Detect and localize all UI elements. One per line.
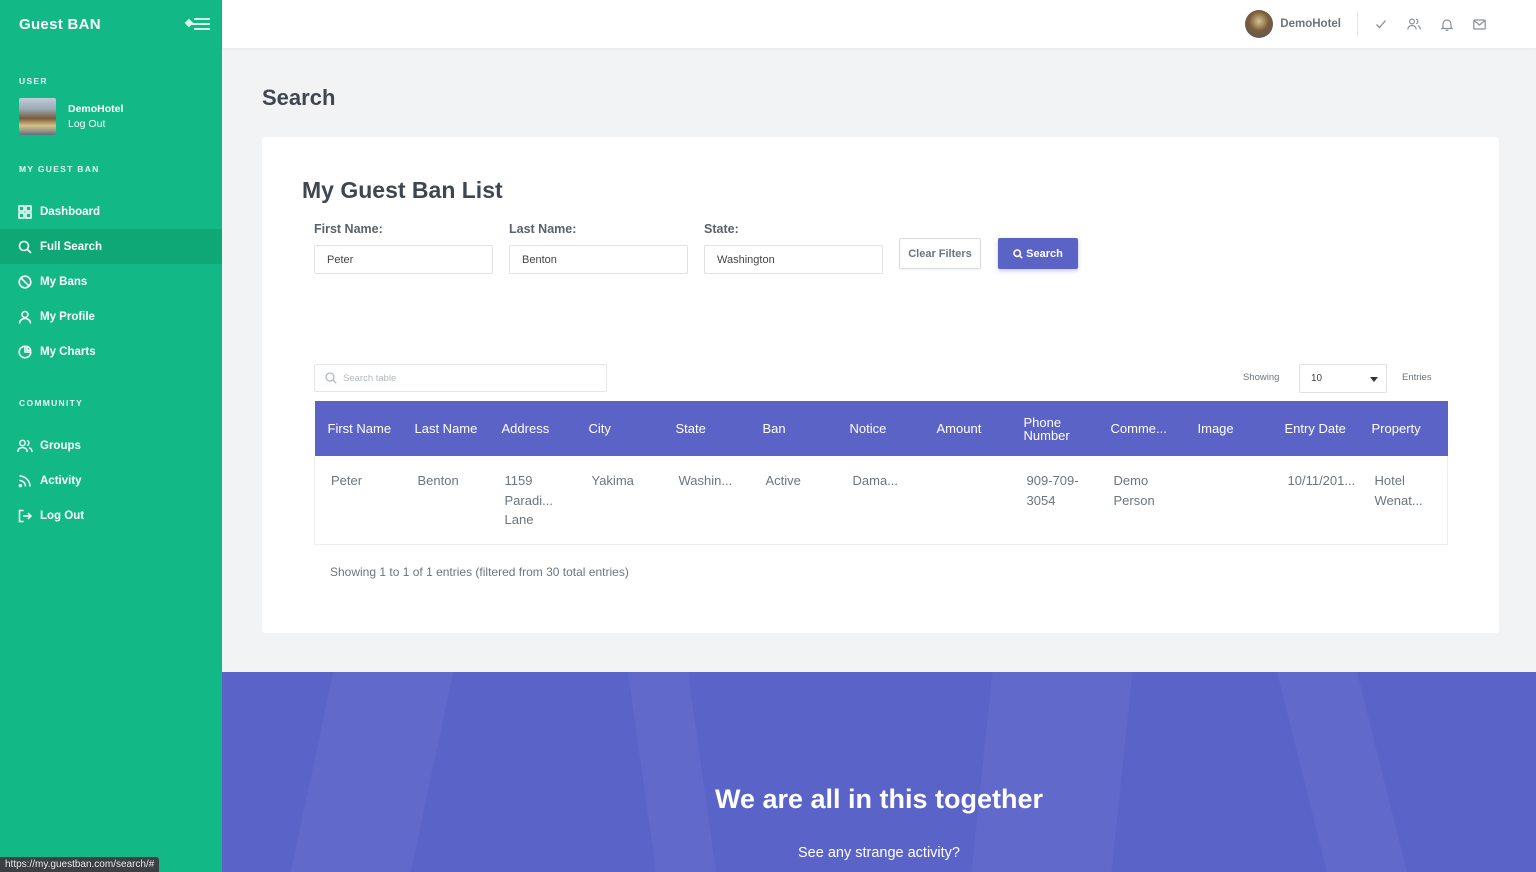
banner-subtitle: See any strange activity? xyxy=(797,845,960,861)
search-icon xyxy=(325,372,337,384)
sidebar-item-dashboard[interactable]: Dashboard xyxy=(0,194,222,229)
cell-image xyxy=(1184,456,1272,545)
cell-property: Hotel Wenat... xyxy=(1358,456,1448,545)
column-header-ban[interactable]: Ban xyxy=(749,401,837,456)
logout-icon xyxy=(17,508,33,524)
community-banner: We are all in this together See any stra… xyxy=(222,672,1536,872)
banner-title: We are all in this together xyxy=(714,784,1044,814)
table-search-input[interactable] xyxy=(343,372,593,384)
app-title: Guest BAN xyxy=(19,15,101,33)
community-nav: Groups Activity Log Out xyxy=(0,428,222,533)
cell-amount xyxy=(923,456,1011,545)
cell-last-name: Benton xyxy=(401,456,489,545)
header-user-name[interactable]: DemoHotel xyxy=(1280,12,1358,36)
sidebar-item-label: Dashboard xyxy=(40,205,101,218)
column-header-state[interactable]: State xyxy=(662,401,750,456)
table-row[interactable]: Peter Benton 1159 Paradi... Lane Yakima … xyxy=(314,456,1448,545)
sidebar-item-label: Activity xyxy=(40,474,82,487)
main-nav: Dashboard Full Search My Bans My Profile… xyxy=(0,194,222,369)
search-button-label: Search xyxy=(1026,247,1063,260)
sidebar-item-label: My Profile xyxy=(40,310,95,323)
users-icon xyxy=(17,438,33,454)
check-icon[interactable] xyxy=(1364,12,1397,36)
cell-entry-date: 10/11/201... xyxy=(1271,456,1359,545)
sidebar-user-name: DemoHotel xyxy=(68,102,124,115)
sidebar: Guest BAN USER DemoHotel Log Out MY GUES… xyxy=(0,0,222,872)
cell-phone: 909-709-3054 xyxy=(1010,456,1098,545)
page-size-select[interactable]: 10 xyxy=(1299,364,1387,393)
table-search[interactable] xyxy=(314,364,607,392)
sidebar-item-label: Full Search xyxy=(40,240,102,253)
page-title: Search xyxy=(262,85,336,110)
top-header: DemoHotel xyxy=(222,0,1536,48)
column-header-comment[interactable]: Comme... xyxy=(1097,401,1185,456)
user-section-label: USER xyxy=(19,76,48,86)
column-header-first-name[interactable]: First Name xyxy=(314,401,402,456)
sidebar-item-my-profile[interactable]: My Profile xyxy=(0,299,222,334)
chevron-down-icon xyxy=(1370,377,1378,382)
sidebar-item-label: Log Out xyxy=(40,509,85,522)
column-header-city[interactable]: City xyxy=(575,401,663,456)
mail-icon[interactable] xyxy=(1463,12,1496,36)
rss-icon xyxy=(17,473,33,489)
cell-city: Yakima xyxy=(575,456,663,545)
last-name-label: Last Name: xyxy=(509,222,577,236)
sidebar-item-logout[interactable]: Log Out xyxy=(0,498,222,533)
search-icon xyxy=(17,239,33,255)
pie-chart-icon xyxy=(17,344,33,360)
collapse-menu-icon[interactable] xyxy=(184,17,210,31)
cell-ban: Active xyxy=(749,456,837,545)
column-header-image[interactable]: Image xyxy=(1184,401,1272,456)
grid-icon xyxy=(17,204,33,220)
state-field[interactable] xyxy=(704,245,883,274)
brand-bar: Guest BAN xyxy=(0,0,222,48)
bell-icon[interactable] xyxy=(1430,12,1463,36)
sidebar-item-activity[interactable]: Activity xyxy=(0,463,222,498)
users-icon[interactable] xyxy=(1397,12,1430,36)
header-avatar[interactable] xyxy=(1245,10,1274,38)
status-bar-url: https://my.guestban.com/search/# xyxy=(0,857,160,872)
sidebar-item-label: My Charts xyxy=(40,345,96,358)
column-header-amount[interactable]: Amount xyxy=(923,401,1011,456)
guest-ban-card: My Guest Ban List First Name: Last Name:… xyxy=(262,137,1499,633)
column-header-address[interactable]: Address xyxy=(488,401,576,456)
cell-address: 1159 Paradi... Lane xyxy=(488,456,576,545)
clear-filters-button[interactable]: Clear Filters xyxy=(899,238,981,269)
card-title: My Guest Ban List xyxy=(302,177,503,203)
table-header-row: First Name Last Name Address City State … xyxy=(314,401,1448,456)
cell-first-name: Peter xyxy=(314,456,402,545)
sidebar-item-groups[interactable]: Groups xyxy=(0,428,222,463)
sidebar-item-my-bans[interactable]: My Bans xyxy=(0,264,222,299)
state-label: State: xyxy=(704,222,739,236)
sidebar-logout-link[interactable]: Log Out xyxy=(68,117,123,132)
community-section-label: COMMUNITY xyxy=(19,398,84,408)
user-icon xyxy=(17,309,33,325)
column-header-last-name[interactable]: Last Name xyxy=(401,401,489,456)
sidebar-user: DemoHotel Log Out xyxy=(0,98,222,135)
main-section-label: MY GUEST BAN xyxy=(19,164,100,174)
table-info: Showing 1 to 1 of 1 entries (filtered fr… xyxy=(330,565,629,579)
search-icon xyxy=(1013,248,1023,259)
sidebar-item-my-charts[interactable]: My Charts xyxy=(0,334,222,369)
column-header-notice[interactable]: Notice xyxy=(836,401,924,456)
first-name-label: First Name: xyxy=(314,222,383,236)
column-header-phone[interactable]: Phone Number xyxy=(1010,401,1098,456)
ban-icon xyxy=(17,274,33,290)
cell-comment: Demo Person xyxy=(1097,456,1185,545)
sidebar-item-full-search[interactable]: Full Search xyxy=(0,229,222,264)
search-button[interactable]: Search xyxy=(998,238,1078,269)
cell-state: Washin... xyxy=(662,456,750,545)
cell-notice: Dama... xyxy=(836,456,924,545)
page-size-value: 10 xyxy=(1311,373,1323,384)
avatar xyxy=(19,98,56,135)
sidebar-item-label: My Bans xyxy=(40,275,88,288)
column-header-entry-date[interactable]: Entry Date xyxy=(1271,401,1359,456)
column-header-property[interactable]: Property xyxy=(1358,401,1448,456)
entries-label: Entries xyxy=(1402,372,1432,383)
guest-ban-table: First Name Last Name Address City State … xyxy=(314,401,1448,545)
sidebar-item-label: Groups xyxy=(40,439,81,452)
showing-label: Showing xyxy=(1243,372,1280,383)
last-name-field[interactable] xyxy=(509,245,688,274)
first-name-field[interactable] xyxy=(314,245,493,274)
